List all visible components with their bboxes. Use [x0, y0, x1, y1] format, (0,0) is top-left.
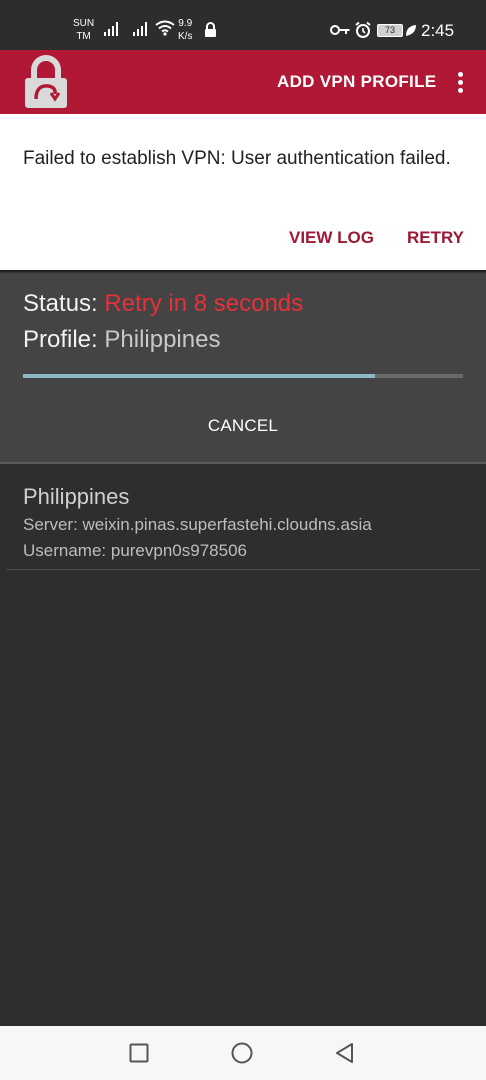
- carrier-line-1: SUN: [73, 18, 95, 29]
- cancel-button[interactable]: CANCEL: [0, 416, 486, 436]
- system-nav-bar: [0, 1026, 486, 1080]
- error-banner: Failed to establish VPN: User authentica…: [0, 114, 486, 270]
- system-status-bar: SUN TM 9.9 K/s 73 2:45: [0, 0, 486, 50]
- list-item[interactable]: Philippines Server: weixin.pinas.superfa…: [0, 464, 486, 570]
- battery-icon: 73: [377, 24, 403, 37]
- status-value: Retry in 8 seconds: [104, 290, 304, 317]
- lock-icon: [205, 22, 216, 37]
- more-vert-icon[interactable]: [450, 70, 470, 96]
- carrier-label: SUN TM: [73, 17, 94, 43]
- network-speed: 9.9 K/s: [178, 17, 192, 43]
- connection-status-panel: Status: Retry in 8 seconds Profile: Phil…: [0, 272, 486, 462]
- progress-bar: [23, 374, 463, 378]
- progress-fill: [23, 374, 375, 378]
- wifi-icon: [155, 20, 175, 36]
- profile-server: Server: weixin.pinas.superfastehi.cloudn…: [23, 515, 372, 534]
- speed-unit: K/s: [178, 31, 193, 42]
- alarm-icon: [355, 21, 371, 38]
- signal-icon: [104, 22, 118, 36]
- profile-label: Profile:: [23, 326, 98, 353]
- vpn-key-icon: [330, 25, 350, 35]
- status-line: Status: Retry in 8 seconds: [23, 290, 303, 318]
- app-bar: ADD VPN PROFILE: [0, 50, 486, 114]
- profile-username: Username: purevpn0s978506: [23, 541, 247, 560]
- padlock-logo: [25, 55, 67, 108]
- recents-square-icon[interactable]: [129, 1043, 149, 1063]
- back-triangle-icon[interactable]: [334, 1042, 356, 1064]
- banner-shadow: [0, 270, 486, 274]
- carrier-line-2: TM: [76, 31, 91, 42]
- profile-value: Philippines: [104, 326, 221, 353]
- screen: SUN TM 9.9 K/s 73 2:45 ADD VPN PROFILE F…: [0, 0, 486, 1080]
- add-vpn-profile-button[interactable]: ADD VPN PROFILE: [277, 72, 436, 92]
- status-label: Status:: [23, 290, 98, 317]
- clock-time: 2:45: [421, 21, 455, 40]
- retry-button[interactable]: RETRY: [407, 228, 464, 248]
- view-log-button[interactable]: VIEW LOG: [289, 228, 374, 248]
- profile-line: Profile: Philippines: [23, 326, 220, 354]
- speed-value: 9.9: [178, 18, 193, 29]
- error-message: Failed to establish VPN: User authentica…: [23, 148, 451, 169]
- signal-icon: [133, 22, 147, 36]
- list-divider: [6, 569, 480, 570]
- leaf-icon: [406, 25, 416, 36]
- profile-name: Philippines: [23, 484, 130, 509]
- home-circle-icon[interactable]: [231, 1042, 253, 1064]
